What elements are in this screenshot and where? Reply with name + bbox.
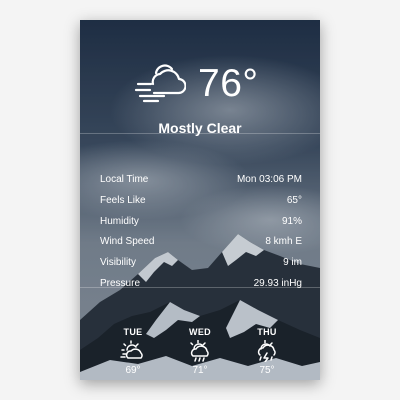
detail-label: Wind Speed xyxy=(100,236,155,248)
forecast-day-name: THU xyxy=(257,327,277,337)
detail-label: Visibility xyxy=(100,257,136,269)
current-conditions: 76° Mostly Clear xyxy=(80,42,320,152)
detail-value: 9 im xyxy=(283,257,302,269)
detail-value: 91% xyxy=(281,215,302,227)
detail-value: 29.93 inHg xyxy=(253,277,302,289)
sun-cloud-icon xyxy=(120,340,143,359)
partly-cloudy-windy-icon xyxy=(134,64,186,103)
storm-cloud-icon xyxy=(257,340,276,362)
forecast-day: TUE 69° xyxy=(108,326,158,376)
weather-widget: 76° Mostly Clear Local Time Mon 03:06 PM… xyxy=(80,20,320,380)
detail-label: Pressure xyxy=(100,277,141,289)
forecast-temp: 75° xyxy=(259,365,275,376)
detail-value: 8 kmh E xyxy=(265,236,302,248)
forecast-day-name: WED xyxy=(189,327,211,337)
detail-value: 65° xyxy=(286,194,302,206)
detail-row: Wind Speed 8 kmh E xyxy=(100,234,302,255)
forecast-temp: 69° xyxy=(125,365,141,376)
sun-cloud-rain-icon xyxy=(190,340,209,362)
detail-label: Local Time xyxy=(100,174,149,185)
forecast-day-name: TUE xyxy=(123,327,143,337)
weather-details: Local Time Mon 03:06 PM Feels Like 65° H… xyxy=(100,172,302,297)
detail-row: Feels Like 65° xyxy=(100,193,302,214)
detail-label: Feels Like xyxy=(100,194,146,206)
forecast-temp: 71° xyxy=(192,365,208,376)
divider xyxy=(80,287,320,288)
divider xyxy=(80,133,320,134)
detail-row: Humidity 91% xyxy=(100,214,302,235)
forecast-day: THU 75° xyxy=(242,326,292,376)
detail-value: Mon 03:06 PM xyxy=(236,174,302,185)
current-temperature: 76° xyxy=(198,62,259,105)
forecast: TUE 69° WED 71° THU 75° xyxy=(80,326,320,380)
detail-row: Local Time Mon 03:06 PM xyxy=(100,172,302,193)
detail-label: Humidity xyxy=(100,215,139,227)
detail-row: Visibility 9 im xyxy=(100,255,302,276)
forecast-day: WED 71° xyxy=(175,326,225,376)
